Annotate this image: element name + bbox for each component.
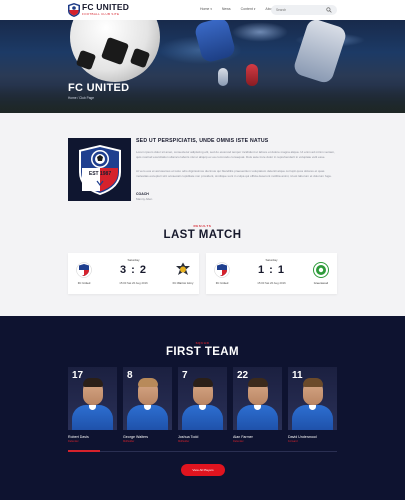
player-name[interactable]: Alan Farmer bbox=[233, 435, 253, 439]
about-heading: SED UT PERSPICIATIS, UNDE OMNIS ISTE NAT… bbox=[136, 138, 269, 144]
search-box bbox=[271, 5, 337, 15]
player-card[interactable]: 8 bbox=[123, 367, 172, 430]
match-card[interactable]: FC United Saturday 3 : 2 15:00 Sat 20 Au… bbox=[68, 253, 199, 294]
pitch bbox=[0, 85, 405, 113]
brand-name: FC UNITED bbox=[82, 2, 130, 12]
nav-home[interactable]: Home ▾ bbox=[200, 7, 212, 11]
page-title: FC UNITED bbox=[68, 82, 130, 94]
player-hair bbox=[193, 378, 213, 387]
about-section: EST 1987 SED UT PERSPICIATIS, UNDE OMNIS… bbox=[0, 113, 405, 211]
player-card[interactable]: 7 bbox=[178, 367, 227, 430]
player-number: 22 bbox=[237, 370, 249, 381]
away-team-crest-icon bbox=[313, 262, 329, 278]
nav-news-label: News bbox=[221, 7, 231, 11]
player-name[interactable]: David Underwood bbox=[288, 435, 317, 439]
breadcrumb[interactable]: Home / Club Page bbox=[68, 96, 94, 100]
player-position: Midfielder bbox=[123, 440, 135, 443]
player-name[interactable]: Robert Davis bbox=[68, 435, 89, 439]
section-title: FIRST TEAM bbox=[166, 346, 239, 358]
brand-tagline: FOOTBALL CLUB SITE bbox=[82, 12, 120, 16]
away-team-name: Greenwood bbox=[313, 281, 329, 285]
player-card[interactable]: 11 bbox=[288, 367, 337, 430]
nav-content-label: Content bbox=[240, 7, 253, 11]
nav-home-label: Home bbox=[200, 7, 210, 11]
player-name[interactable]: Joshua Todd bbox=[178, 435, 198, 439]
section-kicker: RESULTS bbox=[193, 224, 212, 228]
player-kit bbox=[292, 405, 333, 430]
player-position: Midfielder bbox=[178, 440, 190, 443]
search-icon[interactable] bbox=[326, 7, 332, 13]
site-header: FC UNITED FOOTBALL CLUB SITE Home ▾ News … bbox=[0, 0, 405, 20]
player-position: Forward bbox=[288, 440, 298, 443]
last-match-section: RESULTS LAST MATCH FC United Saturday 3 … bbox=[0, 211, 405, 316]
first-team-section: SQUAD FIRST TEAM 17 Robert Davis Defende… bbox=[0, 316, 405, 500]
hero-player-image bbox=[246, 64, 258, 86]
brand[interactable]: FC UNITED FOOTBALL CLUB SITE bbox=[82, 2, 130, 17]
player-number: 17 bbox=[72, 370, 84, 381]
club-crest-icon: EST 1987 bbox=[78, 144, 121, 195]
player-number: 11 bbox=[292, 370, 303, 381]
search-input[interactable] bbox=[276, 8, 321, 12]
player-kit bbox=[72, 405, 113, 430]
chevron-down-icon: ▾ bbox=[210, 7, 212, 11]
section-title: LAST MATCH bbox=[163, 229, 242, 241]
match-card[interactable]: FC United Saturday 1 : 1 15:00 Sat 20 Au… bbox=[206, 253, 337, 294]
signature-name: COACH bbox=[136, 192, 149, 196]
chevron-down-icon: ▾ bbox=[253, 7, 256, 11]
crest-year: EST 1987 bbox=[88, 171, 110, 177]
club-crest-panel: EST 1987 bbox=[68, 138, 131, 201]
section-kicker: SQUAD bbox=[195, 341, 210, 345]
player-kit bbox=[237, 405, 278, 430]
club-logo-icon[interactable] bbox=[68, 3, 80, 17]
away-team-name: FC Warrior Army bbox=[172, 281, 194, 285]
about-paragraph: At vero eos et accusamus et iusto odio d… bbox=[136, 169, 332, 178]
player-number: 8 bbox=[127, 370, 133, 381]
player-position: Defender bbox=[233, 440, 244, 443]
view-all-players-button[interactable]: View All Players bbox=[181, 464, 225, 476]
carousel-track[interactable] bbox=[68, 451, 337, 452]
hero-player-image bbox=[218, 68, 228, 86]
away-team-crest-icon bbox=[176, 262, 190, 275]
about-paragraph: Lorem ipsum dolor sit amet, consectetur … bbox=[136, 150, 335, 159]
nav-news[interactable]: News bbox=[222, 7, 231, 11]
player-kit bbox=[182, 405, 223, 430]
player-name[interactable]: George Walters bbox=[123, 435, 148, 439]
player-position: Defender bbox=[68, 440, 79, 443]
player-hair bbox=[248, 378, 268, 387]
player-hair bbox=[303, 378, 323, 387]
carousel-progress[interactable] bbox=[68, 450, 100, 452]
player-hair bbox=[83, 378, 103, 387]
nav-content[interactable]: Content ▾ bbox=[241, 7, 256, 11]
signature-role: Manny Allen bbox=[136, 197, 153, 201]
player-kit bbox=[127, 405, 168, 430]
player-card[interactable]: 17 bbox=[68, 367, 117, 430]
hero-banner bbox=[0, 20, 405, 113]
player-hair bbox=[138, 378, 158, 387]
player-card[interactable]: 22 bbox=[233, 367, 282, 430]
player-number: 7 bbox=[182, 370, 188, 381]
